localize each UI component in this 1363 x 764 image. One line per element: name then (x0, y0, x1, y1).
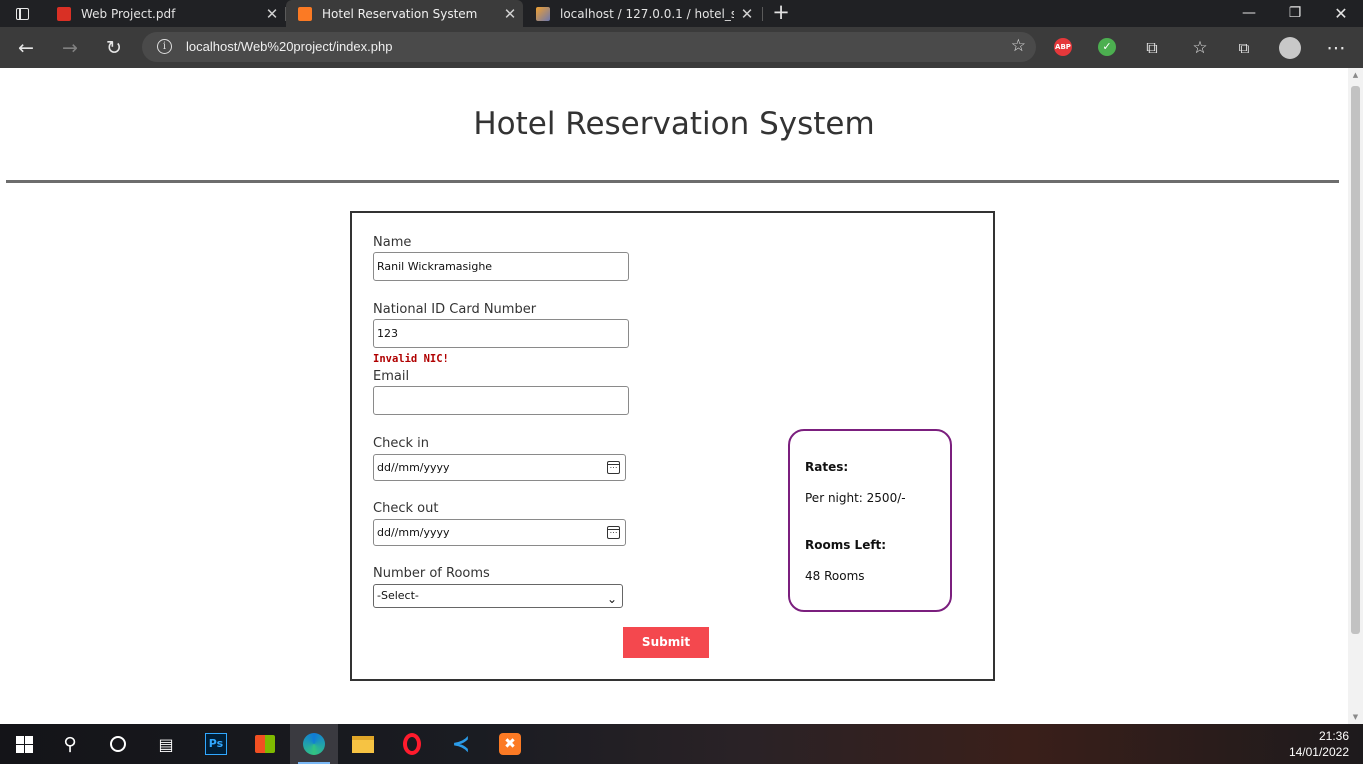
file-explorer-icon[interactable] (339, 724, 387, 764)
rooms-selected-value: -Select- (377, 589, 419, 602)
site-info-icon[interactable]: i (157, 39, 172, 54)
vscode-icon[interactable]: ≺ (437, 724, 485, 764)
adblock-plus-icon[interactable]: ABP (1054, 38, 1072, 56)
task-view-icon[interactable]: ▤ (142, 724, 190, 764)
name-label: Name (373, 235, 412, 250)
search-icon[interactable]: ⚲ (46, 724, 94, 764)
name-input[interactable]: Ranil Wickramasighe (373, 252, 629, 281)
green-extension-icon[interactable]: ✓ (1098, 38, 1116, 56)
cortana-icon[interactable] (94, 724, 142, 764)
system-clock[interactable]: 21:36 14/01/2022 (1289, 728, 1349, 760)
minimize-button[interactable]: — (1226, 0, 1272, 27)
reservation-form: Name Ranil Wickramasighe National ID Car… (350, 211, 995, 681)
rates-panel: Rates: Per night: 2500/- Rooms Left: 48 … (788, 429, 952, 612)
submit-button[interactable]: Submit (623, 627, 709, 658)
close-tab-icon[interactable]: ✕ (497, 5, 523, 23)
close-tab-icon[interactable]: ✕ (734, 5, 760, 23)
nic-label: National ID Card Number (373, 302, 537, 317)
tab-web-project-pdf[interactable]: Web Project.pdf ✕ (45, 0, 285, 27)
checkin-date-input[interactable]: dd//mm/yyyy (373, 454, 626, 481)
edge-icon[interactable] (290, 724, 338, 764)
nic-input[interactable]: 123 (373, 319, 629, 348)
xampp-icon[interactable]: ✖ (486, 724, 534, 764)
opera-icon[interactable] (388, 724, 436, 764)
calendar-icon[interactable] (607, 526, 620, 539)
browser-toolbar: ← → ↻ i localhost/Web%20project/index.ph… (0, 27, 1363, 68)
close-tab-icon[interactable]: ✕ (259, 5, 285, 23)
store-icon[interactable] (241, 724, 289, 764)
email-label: Email (373, 369, 410, 384)
clock-time: 21:36 (1318, 729, 1349, 743)
windows-start-icon[interactable] (0, 724, 48, 764)
collections-icon[interactable]: ⧉ (1231, 35, 1257, 61)
rooms-left-value: 48 Rooms (805, 569, 865, 583)
rooms-select[interactable]: -Select- ⌄ (373, 584, 623, 608)
chevron-down-icon: ⌄ (606, 592, 617, 606)
tab-title: Hotel Reservation System (322, 6, 478, 21)
scroll-down-icon[interactable]: ▼ (1348, 710, 1363, 724)
restore-button[interactable]: ❐ (1272, 0, 1318, 27)
add-favorite-icon[interactable]: ☆ (1011, 36, 1026, 56)
tab-phpmyadmin[interactable]: localhost / 127.0.0.1 / hotel_syste ✕ (524, 0, 760, 27)
checkout-label: Check out (373, 501, 439, 516)
xampp-icon (298, 6, 312, 21)
checkout-date-input[interactable]: dd//mm/yyyy (373, 519, 626, 546)
rooms-label: Number of Rooms (373, 566, 490, 581)
email-input[interactable] (373, 386, 629, 415)
settings-menu-button[interactable]: ⋯ (1323, 35, 1349, 61)
checkout-date-value: dd//mm/yyyy (377, 526, 450, 539)
windows-taskbar: ⚲ ▤ Ps ≺ ✖ 21:36 14/01/2022 (0, 724, 1363, 764)
nic-error-message: Invalid NIC! (373, 353, 449, 365)
clock-date: 14/01/2022 (1288, 745, 1349, 759)
phpmyadmin-icon (536, 6, 550, 21)
new-tab-button[interactable]: + (768, 0, 794, 27)
page-scrollbar[interactable]: ▲ ▼ (1348, 68, 1363, 724)
checkin-date-value: dd//mm/yyyy (377, 461, 450, 474)
tab-title: Web Project.pdf (81, 6, 176, 21)
calendar-icon[interactable] (607, 461, 620, 474)
refresh-button[interactable]: ↻ (101, 35, 127, 61)
avatar-icon (1279, 37, 1301, 59)
puzzle-extensions-icon[interactable]: ⧉ (1139, 35, 1165, 61)
url-text[interactable]: localhost/Web%20project/index.php (186, 39, 392, 54)
tab-actions-icon (16, 7, 29, 20)
pdf-icon (57, 6, 71, 21)
photoshop-icon[interactable]: Ps (192, 724, 240, 764)
tab-actions-button[interactable] (0, 0, 45, 27)
profile-avatar[interactable] (1277, 35, 1303, 61)
close-window-button[interactable]: ✕ (1318, 0, 1363, 27)
tab-title: localhost / 127.0.0.1 / hotel_syste (560, 6, 734, 21)
tab-hotel-reservation[interactable]: Hotel Reservation System ✕ (286, 0, 523, 27)
rates-heading: Rates: (805, 460, 849, 474)
browser-tab-strip: Web Project.pdf ✕ Hotel Reservation Syst… (0, 0, 1363, 27)
per-night-rate: Per night: 2500/- (805, 491, 906, 505)
header-divider (6, 180, 1339, 183)
scroll-up-icon[interactable]: ▲ (1348, 68, 1363, 82)
rooms-left-heading: Rooms Left: (805, 538, 887, 552)
checkin-label: Check in (373, 436, 429, 451)
page-title: Hotel Reservation System (473, 106, 875, 142)
address-bar[interactable]: i localhost/Web%20project/index.php ☆ (142, 32, 1036, 62)
tab-separator (762, 7, 763, 21)
favorites-icon[interactable]: ☆ (1187, 35, 1213, 61)
page-viewport: Hotel Reservation System Name Ranil Wick… (0, 68, 1348, 724)
scrollbar-thumb[interactable] (1351, 86, 1360, 634)
back-button[interactable]: ← (13, 35, 39, 61)
forward-button[interactable]: → (57, 35, 83, 61)
